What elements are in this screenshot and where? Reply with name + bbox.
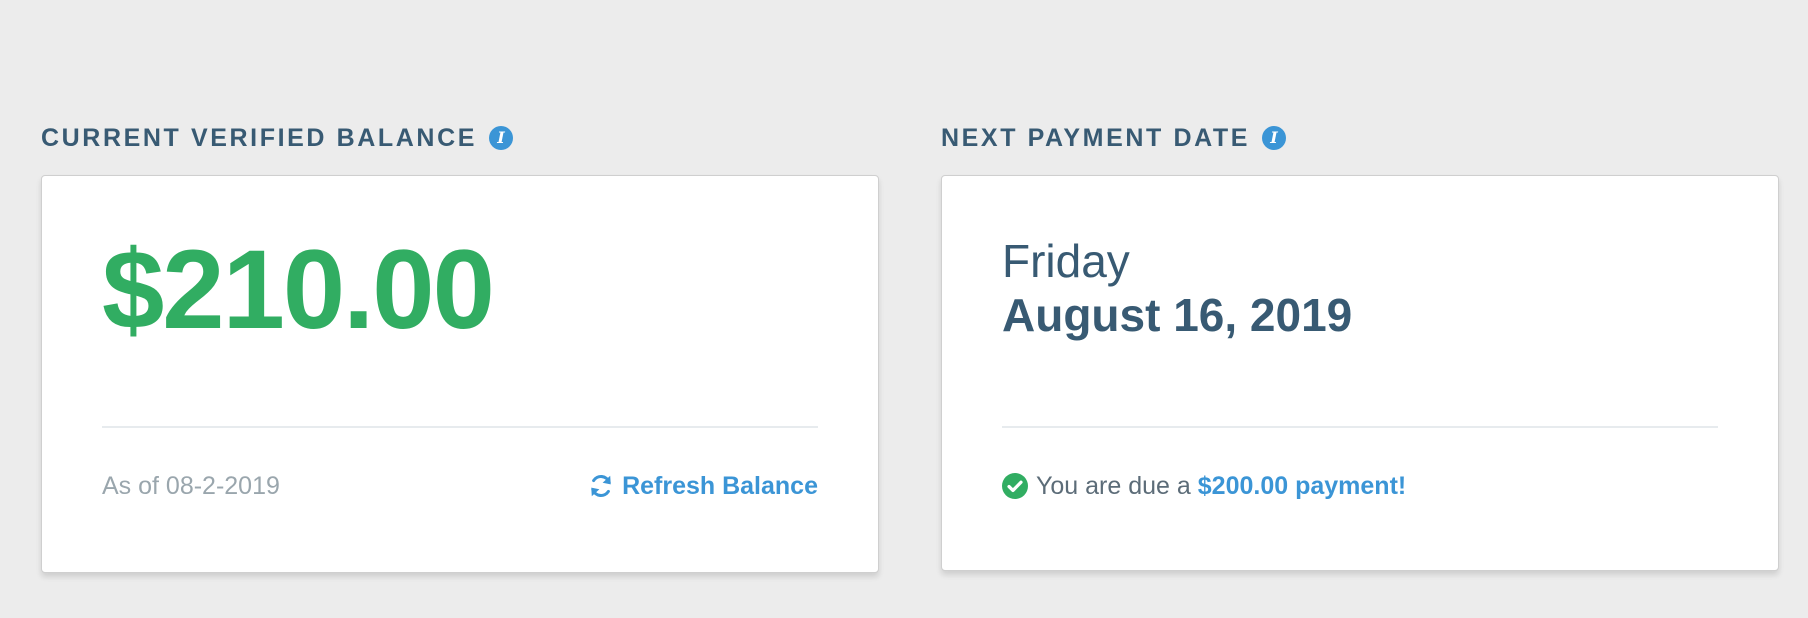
info-icon[interactable]: i — [1262, 126, 1287, 150]
payment-heading: NEXT PAYMENT DATE i — [941, 120, 1779, 156]
payment-due-message: You are due a $200.00 payment! — [1002, 473, 1406, 499]
payment-day: Friday — [1002, 235, 1130, 287]
balance-heading: CURRENT VERIFIED BALANCE i — [41, 120, 879, 156]
refresh-balance-label: Refresh Balance — [622, 471, 818, 500]
balance-panel: CURRENT VERIFIED BALANCE i $210.00 As of… — [41, 120, 879, 573]
refresh-balance-button[interactable]: Refresh Balance — [588, 473, 818, 499]
payment-panel: NEXT PAYMENT DATE i Friday August 16, 20… — [941, 120, 1779, 571]
divider — [102, 426, 818, 428]
balance-card: $210.00 As of 08-2-2019 Refresh Balance — [41, 175, 879, 573]
balance-amount: $210.00 — [102, 227, 495, 352]
payment-due-amount: $200.00 payment! — [1197, 471, 1407, 500]
payment-heading-label: NEXT PAYMENT DATE — [941, 123, 1251, 152]
balance-as-of-date: As of 08-2-2019 — [102, 472, 280, 500]
divider — [1002, 426, 1718, 428]
payment-date: August 16, 2019 — [1002, 289, 1353, 341]
check-circle-icon — [1002, 473, 1028, 499]
refresh-icon — [591, 475, 611, 497]
payment-card: Friday August 16, 2019 You are due a $20… — [941, 175, 1779, 571]
balance-heading-label: CURRENT VERIFIED BALANCE — [41, 123, 478, 152]
info-icon[interactable]: i — [489, 126, 514, 150]
payment-due-prefix: You are due a — [1036, 471, 1191, 500]
